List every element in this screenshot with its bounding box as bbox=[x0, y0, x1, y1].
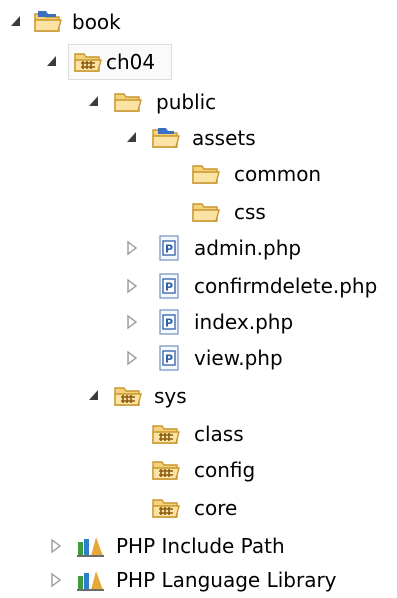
tree-node-class[interactable]: class bbox=[0, 416, 280, 452]
php-file-icon: P bbox=[152, 272, 184, 300]
project-explorer-tree: book ch04 public assets common css P adm… bbox=[0, 0, 397, 596]
package-folder-icon bbox=[150, 456, 182, 484]
tree-node-php-include-path[interactable]: PHP Include Path bbox=[0, 528, 340, 564]
tree-node-public[interactable]: public bbox=[0, 84, 240, 120]
tree-node-label: sys bbox=[154, 384, 187, 408]
folder-icon bbox=[112, 88, 144, 116]
package-folder-icon bbox=[150, 420, 182, 448]
tree-node-assets[interactable]: assets bbox=[0, 120, 280, 156]
expanded-arrow-icon[interactable] bbox=[126, 120, 142, 156]
tree-node-label: core bbox=[194, 496, 238, 520]
tree-node-label: admin.php bbox=[194, 236, 302, 260]
expanded-arrow-icon[interactable] bbox=[10, 4, 26, 40]
svg-text:P: P bbox=[165, 281, 173, 294]
tree-node-sys[interactable]: sys bbox=[0, 378, 220, 414]
folder-icon bbox=[190, 198, 222, 226]
php-file-icon: P bbox=[152, 344, 184, 372]
tree-node-label: class bbox=[194, 422, 244, 446]
php-file-icon: P bbox=[152, 308, 184, 336]
expanded-arrow-icon[interactable] bbox=[46, 44, 62, 80]
tree-node-label: book bbox=[72, 10, 121, 34]
php-file-icon: P bbox=[152, 234, 184, 262]
expanded-arrow-icon[interactable] bbox=[88, 84, 104, 120]
package-folder-icon bbox=[72, 48, 104, 76]
tree-node-label: ch04 bbox=[106, 50, 156, 74]
tree-node-label: PHP Language Library bbox=[116, 568, 337, 592]
tree-node-confirmdelete-php[interactable]: P confirmdelete.php bbox=[0, 268, 397, 304]
folder-icon bbox=[150, 124, 182, 152]
tree-node-ch04[interactable]: ch04 bbox=[0, 44, 180, 80]
tree-node-css[interactable]: css bbox=[0, 194, 300, 230]
collapsed-arrow-icon[interactable] bbox=[126, 304, 142, 340]
tree-node-php-language-library[interactable]: PHP Language Library bbox=[0, 562, 397, 598]
svg-text:P: P bbox=[165, 317, 173, 330]
tree-node-core[interactable]: core bbox=[0, 490, 280, 526]
tree-node-label: view.php bbox=[194, 346, 283, 370]
library-icon bbox=[74, 566, 106, 594]
collapsed-arrow-icon[interactable] bbox=[50, 528, 66, 564]
tree-node-label: common bbox=[234, 162, 322, 186]
tree-node-view-php[interactable]: P view.php bbox=[0, 340, 320, 376]
tree-node-label: confirmdelete.php bbox=[194, 274, 378, 298]
tree-node-common[interactable]: common bbox=[0, 156, 350, 192]
tree-node-admin-php[interactable]: P admin.php bbox=[0, 230, 340, 266]
folder-icon bbox=[190, 160, 222, 188]
tree-node-book[interactable]: book bbox=[0, 4, 160, 40]
tree-node-label: css bbox=[234, 200, 266, 224]
tree-node-label: PHP Include Path bbox=[116, 534, 285, 558]
tree-node-label: assets bbox=[192, 126, 256, 150]
collapsed-arrow-icon[interactable] bbox=[126, 268, 142, 304]
tree-node-label: public bbox=[156, 90, 217, 114]
collapsed-arrow-icon[interactable] bbox=[126, 340, 142, 376]
package-folder-icon bbox=[112, 382, 144, 410]
collapsed-arrow-icon[interactable] bbox=[50, 562, 66, 598]
package-folder-icon bbox=[150, 494, 182, 522]
svg-text:P: P bbox=[165, 353, 173, 366]
tree-node-config[interactable]: config bbox=[0, 452, 280, 488]
library-icon bbox=[74, 532, 106, 560]
project-folder-icon bbox=[32, 8, 64, 36]
tree-node-label: index.php bbox=[194, 310, 294, 334]
svg-text:P: P bbox=[165, 243, 173, 256]
expanded-arrow-icon[interactable] bbox=[88, 378, 104, 414]
tree-node-index-php[interactable]: P index.php bbox=[0, 304, 320, 340]
tree-node-label: config bbox=[194, 458, 256, 482]
collapsed-arrow-icon[interactable] bbox=[126, 230, 142, 266]
